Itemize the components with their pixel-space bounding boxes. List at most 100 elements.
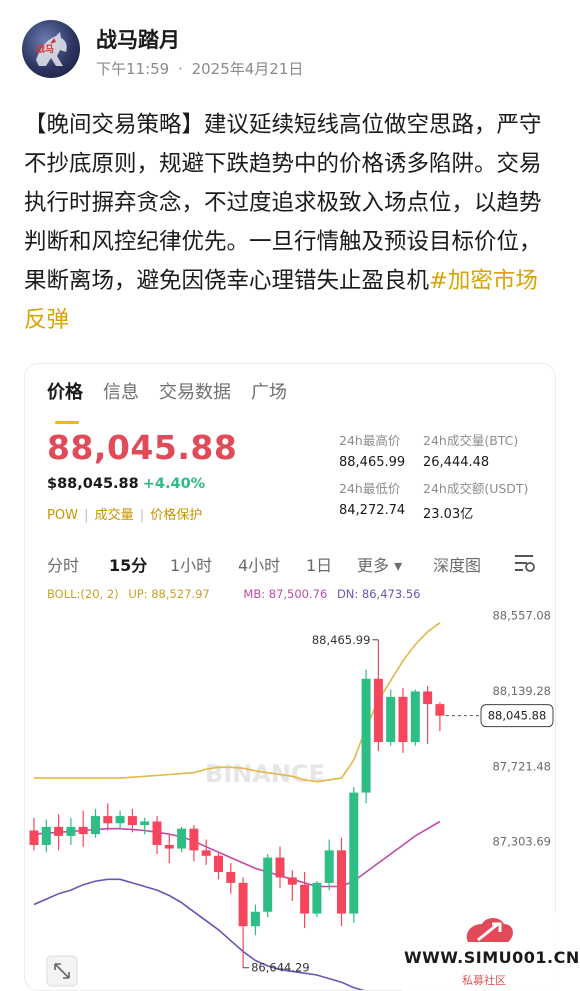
candle[interactable] [152, 816, 162, 854]
card-tabs: 价格 信息 交易数据 广场 [47, 378, 287, 424]
tf-1h[interactable]: 1小时 [170, 552, 212, 576]
tf-1d[interactable]: 1日 [306, 552, 332, 576]
candle-body [152, 821, 162, 845]
candle-body [337, 850, 346, 914]
candle[interactable] [226, 863, 236, 894]
candle[interactable] [324, 839, 334, 891]
candle[interactable] [177, 826, 187, 853]
badge-price-protection[interactable]: 价格保护 [150, 508, 202, 523]
candle-body [127, 816, 137, 826]
candle-body [398, 696, 408, 743]
stat-volume-usdt: 24h成交额(USDT) 23.03亿 [423, 478, 528, 522]
candle-body [164, 844, 174, 849]
candle[interactable] [115, 810, 125, 829]
tab-square[interactable]: 广场 [251, 378, 287, 414]
badges: POW | 成交量 | 价格保护 [47, 504, 204, 523]
market-card[interactable]: 价格 信息 交易数据 广场 88,045.88 $88,045.88 +4.40%… [24, 363, 556, 991]
high-marker-label: 88,465.99 [312, 633, 371, 647]
tf-15m[interactable]: 15分 [109, 552, 147, 576]
candle-body [78, 826, 88, 835]
candle[interactable] [66, 817, 76, 845]
stat-high: 24h最高价 88,465.99 [339, 430, 405, 470]
candle[interactable] [91, 808, 100, 838]
candle[interactable] [29, 817, 39, 851]
post-meta: 下午11:59 · 2025年4月21日 [96, 58, 307, 79]
candle-body [226, 872, 236, 883]
candle-body [189, 828, 199, 851]
site-logo-icon [466, 918, 513, 942]
candle[interactable] [78, 810, 88, 847]
tf-depth[interactable]: 深度图 [433, 552, 481, 576]
candle[interactable] [337, 837, 346, 927]
candle[interactable] [312, 881, 322, 918]
tf-more-dropdown[interactable]: 更多 ▾ [357, 552, 402, 576]
expand-icon[interactable] [46, 955, 78, 987]
candle-body [312, 882, 322, 914]
boll-label: BOLL:(20, 2) [47, 587, 119, 601]
tab-trading-data[interactable]: 交易数据 [159, 378, 231, 414]
price-change: +4.40% [142, 476, 206, 492]
candle-body [410, 691, 420, 743]
tab-price[interactable]: 价格 [47, 378, 83, 424]
candle[interactable] [398, 687, 408, 753]
stat-high-value: 88,465.99 [339, 455, 406, 470]
stat-low: 24h最低价 84,272.74 [339, 478, 405, 518]
boll-mb: MB: 87,500.76 [243, 587, 328, 601]
candle[interactable] [214, 852, 223, 880]
candle[interactable] [300, 872, 310, 929]
candle[interactable] [103, 803, 113, 831]
candle[interactable] [275, 846, 285, 889]
candle-body [287, 877, 297, 885]
candle-body [238, 882, 248, 927]
candle[interactable] [41, 819, 51, 853]
stat-high-label: 24h最高价 [339, 433, 401, 448]
candle-body [373, 678, 383, 743]
site-subtitle: 私募社区 [462, 974, 506, 987]
candle[interactable] [386, 689, 396, 746]
candle[interactable] [54, 814, 64, 851]
last-price: 88,045.88 [47, 428, 238, 467]
candle[interactable] [423, 686, 433, 744]
tf-timeline[interactable]: 分时 [47, 552, 79, 576]
candle-body [41, 826, 51, 845]
candle-body [201, 850, 211, 856]
tab-info[interactable]: 信息 [103, 378, 139, 414]
stat-low-label: 24h最低价 [339, 481, 401, 496]
badge-separator: | [139, 508, 145, 523]
candle[interactable] [164, 834, 174, 864]
candle[interactable] [250, 904, 260, 936]
candle[interactable] [201, 839, 211, 865]
avatar[interactable]: 战马 [22, 20, 80, 78]
y-axis-tick-label: 87,303.69 [492, 835, 551, 849]
candle-body [386, 696, 396, 743]
candle[interactable] [287, 870, 297, 901]
candle-body [324, 850, 334, 883]
low-marker-label: 86,644.29 [251, 961, 310, 975]
stat-volume-btc: 24h成交量(BTC) 26,444.48 [423, 430, 518, 470]
candle[interactable] [435, 702, 445, 732]
candle[interactable] [410, 689, 420, 746]
candle[interactable] [263, 853, 273, 918]
timeframe-bar: 分时 15分 1小时 4小时 1日 更多 ▾ 深度图 [47, 552, 547, 576]
candle[interactable] [349, 787, 359, 923]
candle[interactable] [361, 669, 371, 804]
candle-body [349, 792, 359, 914]
y-axis-tick-label: 87,721.48 [492, 759, 551, 773]
boll-dn: DN: 86,473.56 [336, 587, 421, 601]
chart-settings-icon[interactable] [513, 552, 537, 574]
badge-volume[interactable]: 成交量 [95, 508, 134, 523]
candle-body [300, 884, 310, 914]
candle[interactable] [373, 639, 383, 752]
post-date: 2025年4月21日 [191, 60, 304, 78]
candle-body [435, 704, 445, 716]
badge-pow[interactable]: POW [47, 508, 78, 523]
post-time: 下午11:59 [96, 60, 170, 78]
boll-indicator: BOLL:(20, 2) UP: 88,527.97 MB: 87,500.76… [47, 587, 420, 601]
author-name[interactable]: 战马踏月 [96, 24, 180, 54]
boll-lower-line [33, 878, 365, 990]
candle-body [263, 857, 273, 912]
boll-up: UP: 88,527.97 [128, 587, 210, 601]
post-header: 战马 战马踏月 下午11:59 · 2025年4月21日 [22, 20, 562, 82]
candle[interactable] [189, 825, 199, 862]
tf-4h[interactable]: 4小时 [238, 552, 280, 576]
